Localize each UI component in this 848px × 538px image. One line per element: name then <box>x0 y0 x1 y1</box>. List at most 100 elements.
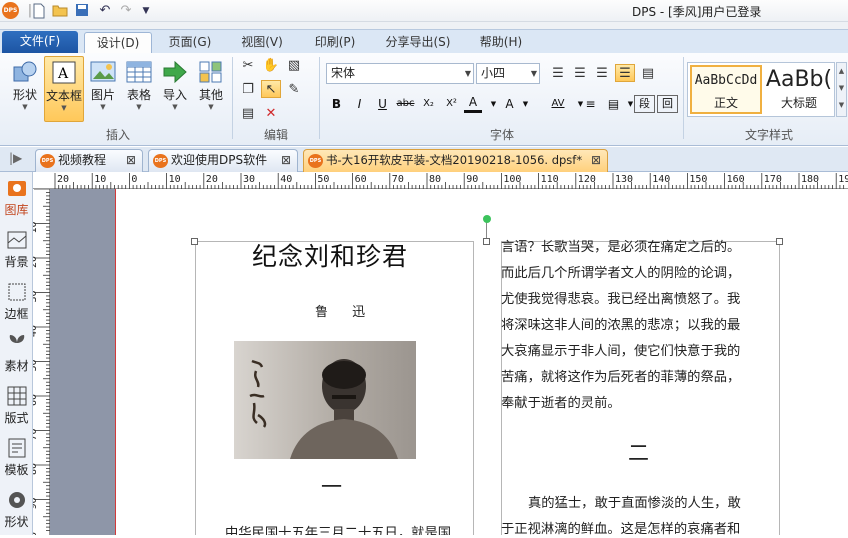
style-normal[interactable]: AaBbCcDd 正文 <box>690 65 762 114</box>
image-edit-icon[interactable]: ▧ <box>284 57 304 75</box>
table-label: 表格 <box>126 88 151 102</box>
panel-label: 形状 <box>4 515 29 529</box>
panel-shape[interactable]: 形状 <box>0 486 33 538</box>
customize-toolbar-icon[interactable]: ▼ <box>138 3 154 19</box>
ruler-label: 130 <box>615 174 633 185</box>
style-gallery-scroll[interactable]: ▲ ▼ ▼ <box>836 62 847 117</box>
ruler-label: 180 <box>801 174 819 185</box>
panel-background[interactable]: 背景 <box>0 226 33 278</box>
ruler-label: 20 <box>206 174 218 185</box>
panel-toggle-icon[interactable]: |▶ <box>9 151 22 165</box>
document-canvas[interactable]: 纪念刘和珍君 鲁 迅 一 中华民国十五年三月二十五日，就是国 言语？长歌当哭，是… <box>50 189 848 535</box>
body-line: 尤使我觉得悲哀。我已经出离愤怒了。我 <box>501 292 741 307</box>
table-button[interactable]: 表格 ▼ <box>122 56 156 122</box>
image-icon <box>89 59 117 85</box>
panel-layout[interactable]: 版式 <box>0 382 33 434</box>
shape-icon <box>11 59 39 85</box>
tab-page[interactable]: 页面(G) <box>160 32 220 54</box>
line-spacing-button[interactable]: ≡ <box>580 94 601 114</box>
format-brush-icon[interactable]: ✎ <box>284 81 304 99</box>
delete-icon[interactable]: ✕ <box>261 105 281 123</box>
open-folder-icon[interactable] <box>52 3 68 19</box>
document-page[interactable]: 纪念刘和珍君 鲁 迅 一 中华民国十五年三月二十五日，就是国 言语？长歌当哭，是… <box>116 189 848 535</box>
dps-icon: DPS <box>308 154 323 168</box>
shape-gear-icon <box>6 489 28 511</box>
resize-handle[interactable] <box>483 238 490 245</box>
other-icon <box>197 59 225 85</box>
resize-handle[interactable] <box>776 238 783 245</box>
pan-hand-icon[interactable]: ✋ <box>261 57 281 75</box>
bold-button[interactable]: B <box>326 94 347 114</box>
image-button[interactable]: 图片 ▼ <box>86 56 120 122</box>
import-button[interactable]: 导入 ▼ <box>158 56 192 122</box>
close-icon[interactable]: ⊠ <box>591 150 601 171</box>
tab-help[interactable]: 帮助(H) <box>472 32 530 54</box>
font-group-label: 字体 <box>490 128 515 142</box>
strikethrough-button[interactable]: abc <box>395 94 416 114</box>
italic-button[interactable]: I <box>349 94 370 114</box>
style-sample: AaBbCcDd <box>694 73 758 88</box>
font-name-select[interactable]: 宋体 ▼ <box>326 63 474 84</box>
paste-icon[interactable]: ▤ <box>238 105 258 123</box>
tab-file[interactable]: 文件(F) <box>2 31 78 53</box>
font-color-button[interactable]: A <box>464 94 482 113</box>
panel-label: 图库 <box>4 203 29 217</box>
chevron-down-icon[interactable]: ▼ <box>515 94 536 114</box>
panel-template[interactable]: 模板 <box>0 434 33 486</box>
chevron-down-icon: ▼ <box>172 103 178 111</box>
textbox-button[interactable]: A 文本框 ▼ <box>44 56 84 122</box>
doc-tab-welcome[interactable]: DPS 欢迎使用DPS软件 ⊠ <box>148 149 298 172</box>
distribute-icon[interactable]: ▤ <box>638 65 658 83</box>
select-pointer-icon[interactable]: ↖ <box>261 80 281 98</box>
redo-icon[interactable]: ↷ <box>118 3 134 19</box>
superscript-button[interactable]: X² <box>441 94 462 114</box>
align-left-icon[interactable]: ☰ <box>548 65 568 83</box>
gallery-icon <box>6 177 28 199</box>
tab-print[interactable]: 印刷(P) <box>305 32 365 54</box>
svg-text:A: A <box>57 66 69 82</box>
doc-tab-current[interactable]: DPS 书-大16开软皮平装-文档20190218-1056. dpsf* ⊠ <box>303 149 608 172</box>
shape-button[interactable]: 形状 ▼ <box>8 56 42 122</box>
author-portrait[interactable] <box>234 341 416 459</box>
rotate-handle[interactable] <box>483 215 491 223</box>
style-sample: AaBb( <box>765 67 833 92</box>
tab-design[interactable]: 设计(D) <box>84 32 152 54</box>
ruler-ticks: 20 10 0 10 20 30 40 50 60 70 80 90 100 110 120 130 140 15… <box>54 173 848 189</box>
tab-share-export[interactable]: 分享导出(S) <box>378 32 458 54</box>
close-icon[interactable]: ⊠ <box>126 150 136 171</box>
window-title: DPS - [季风]用户已登录 <box>632 5 762 19</box>
left-panel: 图库 背景 边框 素材 版式 模板 形状 <box>0 172 33 535</box>
title-spacer <box>0 22 848 29</box>
font-size-select[interactable]: 小四 ▼ <box>476 63 540 84</box>
close-icon[interactable]: ⊠ <box>281 150 291 171</box>
panel-material[interactable]: 素材 <box>0 330 33 382</box>
char-spacing-button[interactable]: AV <box>546 94 570 114</box>
app-logo[interactable]: DPS <box>2 2 19 19</box>
tab-view[interactable]: 视图(V) <box>232 32 292 54</box>
cut-icon[interactable]: ✂ <box>238 57 258 75</box>
other-button[interactable]: 其他 ▼ <box>194 56 228 122</box>
save-icon[interactable] <box>74 3 90 19</box>
section-two-heading: 二 <box>628 441 649 465</box>
underline-button[interactable]: U <box>372 94 393 114</box>
border-button[interactable]: 回 <box>657 95 678 113</box>
undo-icon[interactable]: ↶ <box>97 3 113 19</box>
style-group-label: 文字样式 <box>745 128 794 142</box>
doc-tab-label: 视频教程 <box>58 153 107 167</box>
align-right-icon[interactable]: ☰ <box>592 65 612 83</box>
style-big-title[interactable]: AaBb( 大标题 <box>764 65 834 114</box>
doc-tab-video-tutorial[interactable]: DPS 视频教程 ⊠ <box>35 149 143 172</box>
article-author: 鲁 迅 <box>315 305 376 320</box>
style-name: 大标题 <box>780 96 817 110</box>
resize-handle[interactable] <box>191 238 198 245</box>
panel-border[interactable]: 边框 <box>0 278 33 330</box>
paragraph-button[interactable]: 段 <box>634 95 655 113</box>
ruler-label: 40 <box>280 174 292 185</box>
new-file-icon[interactable] <box>31 3 47 19</box>
other-label: 其他 <box>198 88 223 102</box>
align-center-icon[interactable]: ☰ <box>570 65 590 83</box>
justify-icon[interactable]: ☰ <box>615 64 635 82</box>
subscript-button[interactable]: X₂ <box>418 94 439 114</box>
panel-gallery[interactable]: 图库 <box>0 174 33 226</box>
copy-icon[interactable]: ❐ <box>238 81 258 99</box>
